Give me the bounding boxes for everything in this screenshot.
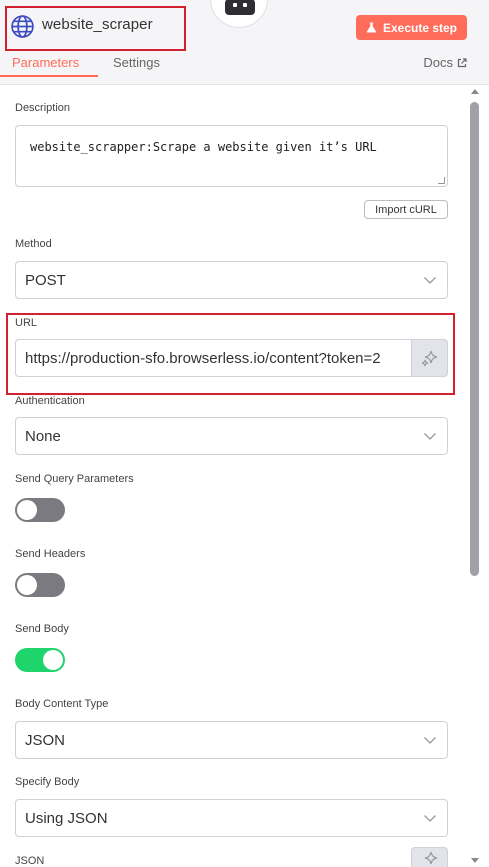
sparkle-icon [424, 851, 437, 865]
body-content-type-label: Body Content Type [15, 698, 109, 710]
send-body-toggle[interactable] [15, 648, 65, 672]
specify-body-select[interactable]: Using JSON [15, 799, 448, 837]
method-select[interactable]: POST [15, 261, 448, 299]
tab-settings[interactable]: Settings [113, 55, 160, 70]
body-content-type-select[interactable]: JSON [15, 721, 448, 759]
globe-icon [11, 15, 34, 38]
authentication-value: None [25, 427, 61, 445]
url-value: https://production-sfo.browserless.io/co… [25, 349, 381, 367]
node-header: website_scraper Execute step Parameters … [0, 0, 489, 85]
toggle-knob [17, 575, 37, 595]
description-field[interactable]: website_scrapper:Scrape a website given … [15, 125, 448, 187]
send-query-toggle[interactable] [15, 498, 65, 522]
authentication-label: Authentication [15, 395, 85, 407]
execute-step-button[interactable]: Execute step [356, 15, 467, 40]
resize-handle[interactable] [438, 177, 445, 184]
node-title[interactable]: website_scraper [42, 16, 153, 33]
description-label: Description [15, 102, 71, 114]
robot-icon [210, 0, 268, 28]
sparkle-icon [421, 350, 437, 367]
toggle-knob [43, 650, 63, 670]
json-label: JSON [15, 855, 45, 867]
active-tab-indicator [0, 75, 98, 77]
send-query-label: Send Query Parameters [15, 473, 134, 485]
docs-label: Docs [423, 55, 453, 70]
import-curl-button[interactable]: Import cURL [364, 200, 448, 219]
scroll-down-arrow[interactable] [471, 858, 479, 863]
chevron-down-icon [424, 277, 436, 284]
url-ai-button[interactable] [411, 339, 448, 377]
tab-parameters[interactable]: Parameters [12, 55, 79, 70]
url-input[interactable]: https://production-sfo.browserless.io/co… [15, 339, 411, 377]
description-value: website_scrapper:Scrape a website given … [30, 140, 377, 154]
specify-body-value: Using JSON [25, 809, 108, 827]
flask-icon [366, 22, 377, 33]
method-value: POST [25, 271, 66, 289]
chevron-down-icon [424, 737, 436, 744]
docs-link[interactable]: Docs [423, 55, 467, 70]
body-content-type-value: JSON [25, 731, 66, 749]
send-headers-label: Send Headers [15, 548, 86, 560]
method-label: Method [15, 238, 52, 250]
external-link-icon [457, 57, 467, 67]
authentication-select[interactable]: None [15, 417, 448, 455]
send-body-label: Send Body [15, 623, 69, 635]
json-ai-button[interactable] [411, 847, 448, 867]
chevron-down-icon [424, 433, 436, 440]
url-label: URL [15, 317, 38, 329]
specify-body-label: Specify Body [15, 776, 80, 788]
toggle-knob [17, 500, 37, 520]
scroll-up-arrow[interactable] [471, 89, 479, 94]
send-headers-toggle[interactable] [15, 573, 65, 597]
chevron-down-icon [424, 815, 436, 822]
execute-step-label: Execute step [382, 20, 458, 35]
scrollbar-thumb[interactable] [470, 102, 479, 576]
